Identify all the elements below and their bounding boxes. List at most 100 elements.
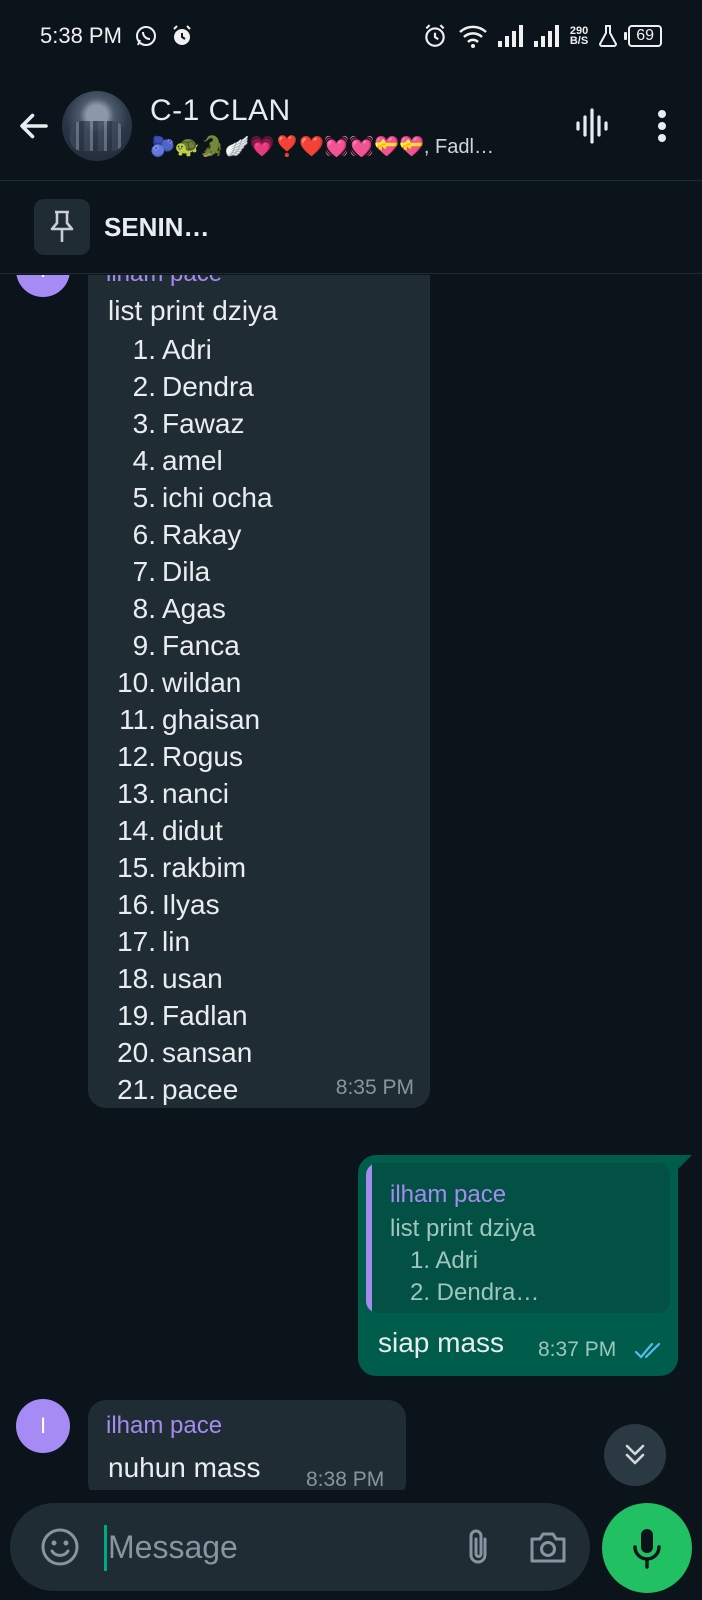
list-item: 21. pacee xyxy=(106,1071,273,1108)
list-item-name: pacee xyxy=(162,1074,239,1105)
list-item-name: Rakay xyxy=(162,519,242,550)
list-item-number: 21. xyxy=(117,1074,156,1105)
list-item-name: lin xyxy=(162,926,191,957)
list-item-name: Dila xyxy=(162,556,211,587)
sender-name[interactable]: ilham pace xyxy=(106,1412,222,1440)
list-item-name: wildan xyxy=(162,667,242,698)
double-chevron-down-icon xyxy=(625,1444,645,1465)
message-input-wrapper[interactable] xyxy=(104,1519,450,1575)
list-item: 8. Agas xyxy=(106,590,273,627)
sender-name[interactable]: ilham pace xyxy=(106,275,222,288)
list-item: 13. nanci xyxy=(106,775,273,812)
incoming-message[interactable]: ilham pace nuhun mass 8:38 PM xyxy=(88,1400,406,1490)
list-item-number: 2. xyxy=(132,371,156,402)
camera-icon xyxy=(530,1532,566,1563)
flask-icon xyxy=(598,25,618,47)
voice-message-button[interactable] xyxy=(602,1503,692,1593)
list-item-number: 11. xyxy=(119,704,156,735)
group-info[interactable]: C-1 CLAN 🫐🐢🐊🪽💗❣️❤️💓💓💝💝, Fadl… xyxy=(150,94,564,159)
message-time: 8:37 PM xyxy=(538,1338,617,1361)
network-speed: 290 B/S xyxy=(569,26,589,47)
quoted-title: list print dziya xyxy=(390,1215,536,1242)
quoted-line: 1. Adri xyxy=(410,1247,479,1274)
status-bar: 5:38 PM 290 B/S 69 xyxy=(0,0,702,72)
signal-icon xyxy=(497,25,524,47)
attach-button[interactable] xyxy=(450,1519,506,1575)
message-input[interactable] xyxy=(104,1528,450,1566)
list-item-number: 10. xyxy=(117,667,156,698)
list-item-number: 6. xyxy=(132,519,156,550)
list-item-name: sansan xyxy=(162,1037,253,1068)
wifi-icon xyxy=(458,23,488,49)
list-item: 19. Fadlan xyxy=(106,997,273,1034)
quoted-message[interactable]: ilham pace list print dziya 1. Adri 2. D… xyxy=(366,1163,670,1313)
battery-indicator: 69 xyxy=(624,25,662,47)
list-item-name: ghaisan xyxy=(162,704,261,735)
list-item-number: 7. xyxy=(132,556,156,587)
menu-button[interactable] xyxy=(634,98,690,154)
message-text: nuhun mass xyxy=(108,1452,261,1483)
list-item-name: usan xyxy=(162,963,223,994)
list-item-number: 1. xyxy=(132,334,156,365)
more-vert-icon xyxy=(658,110,666,142)
list-item: 1. Adri xyxy=(106,331,273,368)
double-check-icon xyxy=(634,1342,661,1359)
list-item-number: 20. xyxy=(117,1037,156,1068)
list-item-name: nanci xyxy=(162,778,229,809)
list-item: 20. sansan xyxy=(106,1034,273,1071)
list-item-number: 15. xyxy=(117,852,156,883)
battery-level: 69 xyxy=(636,27,654,44)
incoming-message[interactable]: ilham pace list print dziya 1.Adri2.Dend… xyxy=(88,275,430,1108)
list-item-number: 4. xyxy=(132,445,156,476)
list-item: 3. Fawaz xyxy=(106,405,273,442)
list-item-number: 3. xyxy=(132,408,156,439)
message-composer xyxy=(10,1503,590,1591)
list-item: 6. Rakay xyxy=(106,516,273,553)
scroll-to-bottom-button[interactable] xyxy=(604,1424,666,1486)
list-item-name: Ilyas xyxy=(162,889,220,920)
arrow-left-icon xyxy=(20,113,48,139)
camera-button[interactable] xyxy=(520,1519,576,1575)
message-time: 8:38 PM xyxy=(306,1468,385,1490)
signal-icon xyxy=(533,25,560,47)
whatsapp-icon xyxy=(134,24,158,48)
back-button[interactable] xyxy=(8,100,60,152)
message-list[interactable]: I ilham pace list print dziya 1.Adri2.De… xyxy=(0,275,702,1490)
group-name: C-1 CLAN xyxy=(150,93,291,127)
list-item: 4. amel xyxy=(106,442,273,479)
list-item-number: 16. xyxy=(117,889,156,920)
emoji-icon xyxy=(41,1528,79,1566)
list-item-number: 5. xyxy=(132,482,156,513)
list-item-name: Fanca xyxy=(162,630,240,661)
list-item: 11. ghaisan xyxy=(106,701,273,738)
pinned-message-bar[interactable]: SENIN… xyxy=(0,180,702,274)
pin-icon xyxy=(34,199,90,255)
list-item-number: 9. xyxy=(132,630,156,661)
list-item: 12. Rogus xyxy=(106,738,273,775)
member-list: 🫐🐢🐊🪽💗❣️❤️💓💓💝💝, Fadl… xyxy=(150,135,494,158)
voice-chat-button[interactable] xyxy=(564,98,620,154)
chat-header: C-1 CLAN 🫐🐢🐊🪽💗❣️❤️💓💓💝💝, Fadl… xyxy=(0,72,702,180)
list-item-name: Fadlan xyxy=(162,1000,248,1031)
list-item-name: Adri xyxy=(162,334,212,365)
pinned-message-text: SENIN… xyxy=(104,211,210,242)
emoji-button[interactable] xyxy=(30,1517,90,1577)
sender-avatar[interactable]: I xyxy=(16,1399,70,1453)
message-text: siap mass xyxy=(378,1327,505,1358)
list-item: 17. lin xyxy=(106,923,273,960)
group-avatar[interactable] xyxy=(62,91,132,161)
sender-avatar[interactable]: I xyxy=(16,275,70,297)
message-time: 8:35 PM xyxy=(335,1076,414,1099)
name-list: 1. Adri 2. Dendra 3. Fawaz 4. amel 5. ichi ocha 6.… xyxy=(106,331,273,1108)
list-item: 14. didut xyxy=(106,812,273,849)
list-item-number: 18. xyxy=(117,963,156,994)
mic-icon xyxy=(633,1529,661,1569)
list-item: 2. Dendra xyxy=(106,368,273,405)
list-item: 16. Ilyas xyxy=(106,886,273,923)
outgoing-message[interactable]: ilham pace list print dziya 1. Adri 2. D… xyxy=(358,1155,692,1376)
network-speed-unit: B/S xyxy=(569,35,589,47)
list-item: 15. rakbim xyxy=(106,849,273,886)
list-item: 10. wildan xyxy=(106,664,273,701)
list-item-name: ichi ocha xyxy=(162,482,273,513)
list-item-name: Fawaz xyxy=(162,408,245,439)
